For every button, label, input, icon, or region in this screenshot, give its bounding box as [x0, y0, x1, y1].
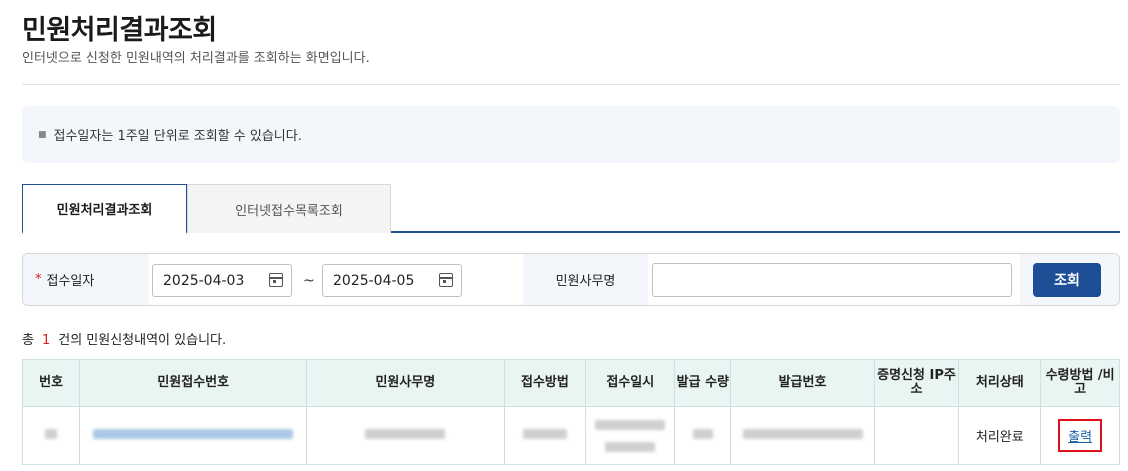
table-row: 처리완료 출력 [21, 406, 1120, 465]
date-from-value: 2025-04-03 [163, 272, 245, 289]
col-header: 처리상태 [958, 359, 1042, 407]
notice-text: 접수일자는 1주일 단위로 조회할 수 있습니다. [53, 129, 302, 144]
print-link[interactable]: 출력 [1058, 419, 1103, 452]
table-header-row: 번호 민원접수번호 민원사무명 접수방법 접수일시 발급 수량 발급번호 증명신… [21, 359, 1120, 407]
calendar-icon[interactable] [269, 273, 283, 287]
redacted-text [45, 429, 58, 439]
search-button[interactable]: 조회 [1033, 263, 1101, 297]
cell-receipt-number[interactable] [79, 406, 308, 465]
office-label: 민원사무명 [523, 254, 648, 305]
col-header: 증명신청 IP주소 [873, 359, 960, 407]
redacted-text [742, 429, 863, 439]
cell-status: 처리완료 [958, 406, 1042, 465]
cell-number [21, 406, 81, 465]
redacted-stack [595, 420, 666, 452]
date-to-value: 2025-04-05 [333, 272, 415, 289]
page-title: 민원처리결과조회 [22, 15, 217, 46]
search-form: * 접수일자 2025-04-03 ~ 2025-04-05 민원사무명 조회 [22, 253, 1120, 306]
col-header: 접수방법 [503, 359, 587, 407]
col-header: 접수일시 [585, 359, 676, 407]
notice-box: ■ 접수일자는 1주일 단위로 조회할 수 있습니다. [22, 106, 1120, 163]
redacted-text [605, 442, 656, 452]
count-suffix: 건의 민원신청내역이 있습니다. [58, 333, 227, 348]
count-prefix: 총 [22, 333, 34, 348]
tab-internet-list[interactable]: 인터넷접수목록조회 [187, 184, 391, 233]
result-count-line: 총 1 건의 민원신청내역이 있습니다. [22, 329, 226, 348]
col-header: 민원사무명 [306, 359, 505, 407]
result-table: 번호 민원접수번호 민원사무명 접수방법 접수일시 발급 수량 발급번호 증명신… [21, 359, 1120, 465]
col-header: 발급번호 [730, 359, 875, 407]
col-header: 민원접수번호 [79, 359, 308, 407]
date-label-text: 접수일자 [46, 274, 95, 289]
tab-bar: 민원처리결과조회 인터넷접수목록조회 [22, 184, 1120, 234]
search-button-cell: 조회 [1020, 254, 1119, 305]
date-from-input[interactable]: 2025-04-03 [152, 264, 292, 297]
redacted-text [595, 420, 666, 430]
tab-result-inquiry[interactable]: 민원처리결과조회 [22, 184, 187, 234]
date-to-input[interactable]: 2025-04-05 [322, 264, 462, 297]
redacted-text [365, 429, 446, 439]
cell-method [503, 406, 587, 465]
col-header: 수령방법 /비고 [1040, 359, 1120, 407]
required-mark: * [35, 272, 42, 287]
cell-office-name [306, 406, 505, 465]
count-value: 1 [41, 333, 51, 348]
range-separator: ~ [303, 273, 315, 289]
header-divider [22, 84, 1120, 85]
calendar-icon[interactable] [439, 273, 453, 287]
col-header: 번호 [21, 359, 81, 407]
cell-ip-address [873, 406, 960, 465]
cell-action: 출력 [1040, 406, 1120, 465]
cell-datetime [585, 406, 676, 465]
col-header: 발급 수량 [674, 359, 732, 407]
cell-issue-number [730, 406, 875, 465]
redacted-link[interactable] [93, 429, 294, 439]
redacted-text [522, 429, 567, 439]
date-label: * 접수일자 [23, 254, 149, 305]
cell-quantity [674, 406, 732, 465]
page-subtitle: 인터넷으로 신청한 민원내역의 처리결과를 조회하는 화면입니다. [22, 51, 370, 66]
office-name-input[interactable] [652, 263, 1012, 297]
redacted-text [692, 429, 713, 439]
bullet-icon: ■ [38, 129, 47, 140]
